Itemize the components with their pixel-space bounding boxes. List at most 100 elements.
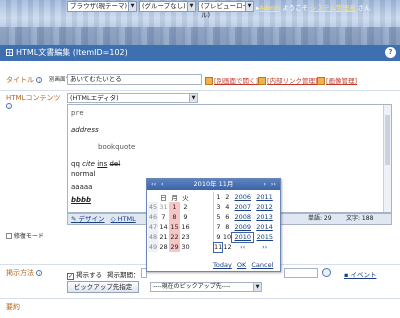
prev-year-button[interactable]: ‹‹ [151, 179, 156, 190]
image-manage-link[interactable]: [画像管理] [317, 75, 357, 85]
editor-type-select[interactable]: (HTMLエディタ) ▼ [67, 93, 198, 103]
month-cell[interactable]: 3 [214, 202, 223, 212]
info-icon[interactable]: i [36, 77, 43, 83]
preview-role-select[interactable]: (プレビューロール) ▼ [198, 1, 254, 19]
week-number: 47 [148, 222, 158, 232]
month-cell[interactable]: 7 [214, 222, 223, 232]
day-cell[interactable]: 15 [169, 222, 180, 232]
word-count: 単語: 29 [308, 215, 332, 222]
ok-button[interactable]: OK [237, 261, 246, 269]
link-manage-link[interactable]: [内部リンク管理] [258, 75, 318, 85]
pickup-select[interactable]: ----現在のピックアップ先---- ▼ [150, 282, 262, 292]
year-cell-selected[interactable]: 2010 [231, 231, 255, 243]
html-tab[interactable]: ◇ HTML [111, 215, 136, 223]
day-cell[interactable]: 16 [180, 222, 191, 232]
repair-mode-checkbox[interactable] [6, 233, 12, 239]
year-cell[interactable]: 2013 [254, 212, 276, 222]
day-cell[interactable]: 1 [169, 202, 180, 212]
cite-text: cite [82, 160, 95, 168]
display-label: 掲示方法 i [6, 268, 43, 278]
calendar-header: ‹‹ ‹ 2010年 11月 › ›› [147, 179, 280, 190]
next-year-button[interactable]: ›› [271, 179, 276, 190]
day-cell[interactable]: 9 [180, 212, 191, 222]
day-cell[interactable]: 2 [180, 202, 191, 212]
info-icon[interactable]: i [36, 270, 43, 276]
calendar-popup: ‹‹ ‹ 2010年 11月 › ›› 日 月 火 45 31 1 2 46 7 8 9 4… [146, 178, 281, 272]
address-text: address [71, 126, 99, 134]
day-cell[interactable]: 28 [158, 242, 169, 252]
year-cell[interactable]: 2009 [232, 222, 254, 232]
link-icon [258, 77, 266, 85]
info-icon[interactable]: i [6, 103, 12, 109]
month-cell-selected[interactable]: 11 [212, 241, 224, 253]
week-number: 48 [148, 232, 158, 242]
page-title-bar: HTML文書編集 (ItemID=102) [0, 45, 400, 61]
period-end-input[interactable] [284, 268, 318, 278]
month-cell[interactable]: 5 [214, 212, 223, 222]
year-prev-button[interactable]: ‹‹ [232, 242, 254, 252]
year-cell[interactable]: 2011 [254, 192, 276, 202]
admin-link[interactable]: Admin [259, 4, 280, 12]
design-tab[interactable]: ✎ デザイン [71, 215, 105, 223]
year-cell[interactable]: 2008 [232, 212, 254, 222]
month-cell[interactable]: 12 [223, 242, 232, 252]
month-cell[interactable]: 4 [223, 202, 232, 212]
week-number: 46 [148, 212, 158, 222]
editor-scrollbar[interactable] [383, 105, 391, 212]
year-next-button[interactable]: ›› [254, 242, 276, 252]
aaaaa-text: aaaaa [71, 183, 93, 191]
help-icon[interactable]: ? [385, 47, 396, 58]
qq-text: qq [71, 160, 80, 168]
day-cell[interactable]: 23 [180, 232, 191, 242]
year-cell[interactable]: 2006 [232, 192, 254, 202]
clock-icon[interactable] [322, 268, 331, 277]
today-button[interactable]: Today [213, 261, 232, 269]
month-year-picker: 1 2 2006 2011 3 4 2007 2012 5 6 2008 2013 7 8 2009 2… [212, 192, 276, 253]
event-link[interactable]: ▪ イベント [344, 269, 376, 279]
sysadmin-link[interactable]: システム管理者 [310, 4, 355, 12]
browser-select[interactable]: ブラウザ(現テーマ) ▼ [67, 1, 137, 12]
window-icon [205, 77, 213, 85]
year-cell[interactable]: 2014 [254, 222, 276, 232]
week-number: 45 [148, 202, 158, 212]
title-label: タイトル i [6, 75, 43, 85]
day-cell[interactable]: 30 [180, 242, 191, 252]
display-checkbox-row[interactable]: ✓ 掲示する [67, 269, 102, 280]
open-window-link[interactable]: [別画面で開く] [205, 75, 258, 85]
next-month-button[interactable]: › [263, 179, 266, 190]
year-cell[interactable]: 2015 [254, 232, 276, 242]
bbbb-text: bbbb [71, 196, 92, 204]
weekday-sun: 日 [160, 194, 167, 202]
month-cell[interactable]: 8 [223, 222, 232, 232]
year-cell[interactable]: 2012 [254, 202, 276, 212]
month-cell[interactable]: 10 [223, 232, 232, 242]
day-cell[interactable]: 29 [169, 242, 180, 252]
cancel-button[interactable]: Cancel [251, 261, 273, 269]
week-number: 49 [148, 242, 158, 252]
image-icon [317, 77, 325, 85]
summary-label: 要約 [6, 303, 20, 311]
blockquote-text: bookquote [98, 143, 136, 151]
prev-month-button[interactable]: ‹ [161, 179, 164, 190]
contents-label: HTMLコンテンツ [6, 94, 61, 102]
month-cell[interactable]: 6 [223, 212, 232, 222]
display-checkbox[interactable]: ✓ [67, 273, 74, 280]
day-cell[interactable]: 8 [169, 212, 180, 222]
day-cell[interactable]: 7 [158, 212, 169, 222]
pre-text: pre [71, 109, 84, 117]
month-cell[interactable]: 1 [214, 192, 223, 202]
pickup-button[interactable]: ピックアップ先指定 [67, 281, 139, 293]
day-cell[interactable]: 14 [158, 222, 169, 232]
year-cell[interactable]: 2007 [232, 202, 254, 212]
char-count: 文字: 188 [346, 215, 374, 222]
repair-mode[interactable]: 修復モード [6, 231, 44, 240]
month-cell[interactable]: 2 [223, 192, 232, 202]
group-select[interactable]: (グループなし) ▼ [139, 1, 196, 12]
grid-icon [6, 49, 13, 56]
weekday-tue: 火 [182, 194, 189, 202]
day-cell[interactable]: 21 [158, 232, 169, 242]
title-input[interactable]: あいてむたいとる [67, 74, 202, 85]
month-cell[interactable]: 9 [214, 232, 223, 242]
day-cell[interactable]: 31 [158, 202, 169, 212]
day-cell[interactable]: 22 [169, 232, 180, 242]
